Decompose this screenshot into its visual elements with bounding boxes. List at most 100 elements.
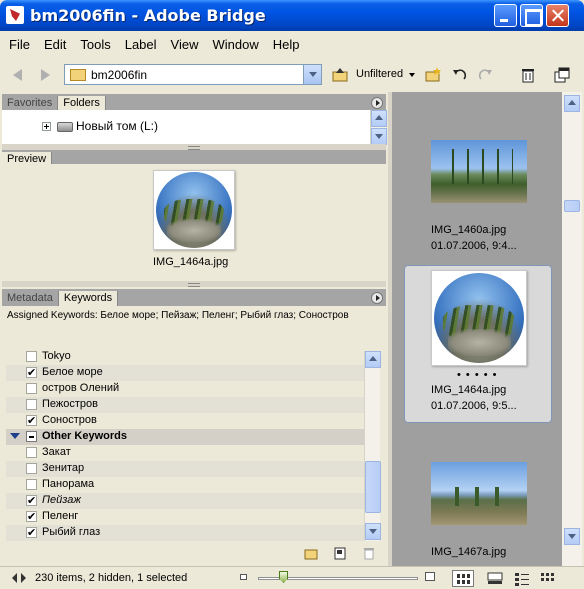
assigned-keywords: Assigned Keywords: Белое море; Пейзаж; П… (7, 310, 349, 321)
keyword-label: Соностров (42, 414, 97, 426)
keyword-row[interactable]: остров Олений (6, 381, 364, 397)
back-arrow-icon[interactable] (10, 66, 28, 84)
path-dropdown-button[interactable] (303, 65, 321, 84)
keyword-row[interactable]: Пежостров (6, 397, 364, 413)
title-bar: bm2006fin - Adobe Bridge (0, 0, 584, 31)
scroll-thumb[interactable] (564, 200, 580, 212)
keyword-row[interactable]: ✔ Соностров (6, 413, 364, 429)
panel-menu-icon[interactable] (371, 292, 383, 304)
thumbnail-item[interactable]: IMG_1460a.jpg 01.07.2006, 9:4... (404, 132, 552, 258)
menu-bar: File Edit Tools Label View Window Help (0, 31, 584, 58)
thumbnail-item[interactable]: IMG_1467a.jpg (404, 459, 552, 566)
content-scrollbar[interactable] (562, 92, 582, 566)
menu-label[interactable]: Label (119, 34, 163, 55)
rotate-left-icon[interactable] (451, 66, 469, 84)
menu-edit[interactable]: Edit (38, 34, 72, 55)
keyword-row[interactable]: Tokyo (6, 349, 364, 365)
preview-filename: IMG_1464a.jpg (153, 256, 229, 268)
filmstrip-view-button[interactable] (484, 570, 506, 587)
large-thumbnail-icon[interactable] (425, 572, 435, 581)
new-folder-icon[interactable] (424, 66, 442, 84)
keyword-checkbox[interactable] (26, 463, 37, 474)
minimize-button[interactable] (494, 4, 517, 27)
thumbnail-image (431, 462, 527, 525)
keyword-row[interactable]: Закат (6, 445, 364, 461)
keyword-row[interactable]: ✔ Белое море (6, 365, 364, 381)
scroll-up-icon[interactable] (564, 95, 580, 112)
keyword-category-row[interactable]: Other Keywords (6, 429, 364, 445)
thumbnail-image (434, 273, 524, 363)
maximize-button[interactable] (520, 4, 543, 27)
thumbnail-item-selected[interactable]: • • • • • IMG_1464a.jpg 01.07.2006, 9:5.… (404, 265, 552, 423)
scroll-thumb[interactable] (365, 461, 381, 513)
forward-arrow-icon[interactable] (36, 66, 54, 84)
close-button[interactable] (546, 4, 569, 27)
scroll-down-icon[interactable] (371, 128, 387, 145)
compact-mode-icon[interactable] (553, 66, 571, 84)
versions-view-button[interactable] (538, 570, 560, 587)
keyword-checkbox[interactable] (26, 383, 37, 394)
folders-scrollbar[interactable] (370, 110, 387, 146)
details-view-button[interactable] (511, 570, 533, 587)
rotate-right-icon[interactable] (476, 66, 494, 84)
tab-metadata[interactable]: Metadata (2, 291, 59, 307)
scroll-up-icon[interactable] (371, 110, 387, 127)
keywords-scrollbar[interactable] (364, 351, 381, 541)
window-title: bm2006fin - Adobe Bridge (30, 6, 266, 25)
thumbnail-date: 01.07.2006, 9:5... (431, 400, 517, 412)
keyword-checkbox[interactable]: ✔ (26, 495, 37, 507)
rating-dots[interactable]: • • • • • (457, 369, 497, 381)
keyword-row[interactable]: Зенитар (6, 461, 364, 477)
filter-menu[interactable]: Unfiltered (356, 68, 403, 80)
keyword-checkbox[interactable]: ✔ (26, 415, 37, 427)
scroll-down-icon[interactable] (564, 528, 580, 545)
grid-icon (457, 574, 471, 584)
keyword-checkbox[interactable] (26, 351, 37, 362)
panel-splitter[interactable] (2, 281, 386, 287)
thumbnails-view-button[interactable] (452, 570, 474, 587)
fisheye-photo (156, 172, 232, 248)
small-thumbnail-icon[interactable] (240, 574, 247, 580)
trash-icon[interactable] (519, 66, 537, 84)
keyword-label: Tokyo (42, 350, 71, 362)
expand-icon[interactable] (42, 122, 51, 131)
status-text: 230 items, 2 hidden, 1 selected (35, 572, 188, 584)
thumbnail-image (431, 140, 527, 203)
delete-keyword-icon[interactable] (362, 546, 376, 560)
keyword-label: Пеленг (42, 510, 79, 522)
keyword-row[interactable]: ✔ Рыбий глаз (6, 525, 364, 541)
path-combobox[interactable]: bm2006fin (64, 64, 322, 85)
keyword-checkbox[interactable]: ✔ (26, 527, 37, 539)
content-pane: IMG_1460a.jpg 01.07.2006, 9:4... • • • •… (392, 92, 562, 566)
adobe-bridge-app-icon (6, 6, 24, 24)
menu-file[interactable]: File (3, 34, 36, 55)
tab-keywords[interactable]: Keywords (58, 291, 119, 307)
keyword-checkbox[interactable] (26, 479, 37, 490)
new-keyword-icon[interactable] (333, 546, 347, 560)
toggle-panels-icon[interactable] (11, 572, 27, 584)
keyword-row[interactable]: ✔ Пейзаж (6, 493, 364, 509)
keyword-checkbox[interactable]: ✔ (26, 511, 37, 523)
keyword-label: Закат (42, 446, 71, 458)
menu-help[interactable]: Help (267, 34, 306, 55)
preview-panel: IMG_1464a.jpg (2, 164, 386, 280)
keyword-checkbox[interactable]: ✔ (26, 367, 37, 379)
panel-menu-icon[interactable] (371, 97, 383, 109)
category-checkbox[interactable] (26, 431, 37, 442)
keyword-checkbox[interactable] (26, 447, 37, 458)
slider-thumb[interactable] (279, 571, 288, 583)
thumbnail-filename: IMG_1467a.jpg (431, 546, 507, 558)
menu-window[interactable]: Window (206, 34, 264, 55)
collapse-triangle-icon[interactable] (10, 433, 20, 439)
keyword-label: Панорама (42, 478, 95, 490)
go-up-icon[interactable] (331, 66, 349, 84)
keyword-row[interactable]: ✔ Пеленг (6, 509, 364, 525)
keyword-checkbox[interactable] (26, 399, 37, 410)
keyword-row[interactable]: Панорама (6, 477, 364, 493)
scroll-down-icon[interactable] (365, 523, 381, 540)
menu-view[interactable]: View (165, 34, 205, 55)
folder-icon (70, 69, 86, 81)
scroll-up-icon[interactable] (365, 351, 381, 368)
menu-tools[interactable]: Tools (74, 34, 116, 55)
new-keyword-set-icon[interactable] (304, 546, 318, 560)
